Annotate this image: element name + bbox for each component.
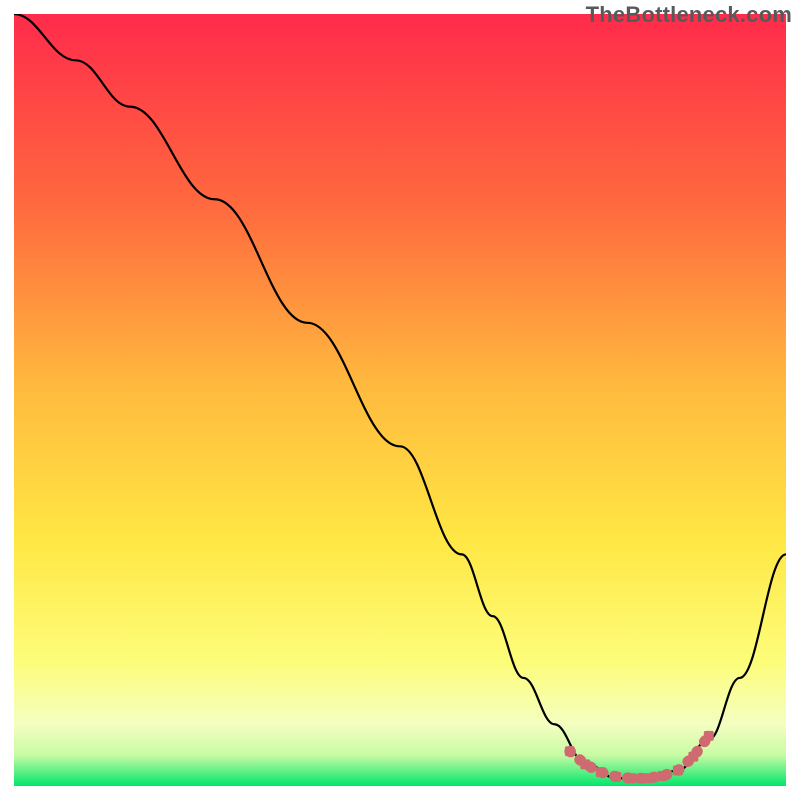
optimal-marker (627, 773, 637, 783)
optimal-marker (580, 759, 590, 769)
gradient-background (14, 14, 786, 786)
optimal-marker (596, 767, 606, 777)
optimal-marker (673, 766, 683, 776)
optimal-marker (657, 771, 667, 781)
chart-svg (14, 14, 786, 786)
optimal-marker (704, 731, 714, 741)
optimal-marker (642, 773, 652, 783)
watermark-text: TheBottleneck.com (586, 2, 792, 28)
optimal-marker (565, 746, 575, 756)
optimal-marker (611, 772, 621, 782)
chart-area (14, 14, 786, 786)
optimal-marker (688, 752, 698, 762)
